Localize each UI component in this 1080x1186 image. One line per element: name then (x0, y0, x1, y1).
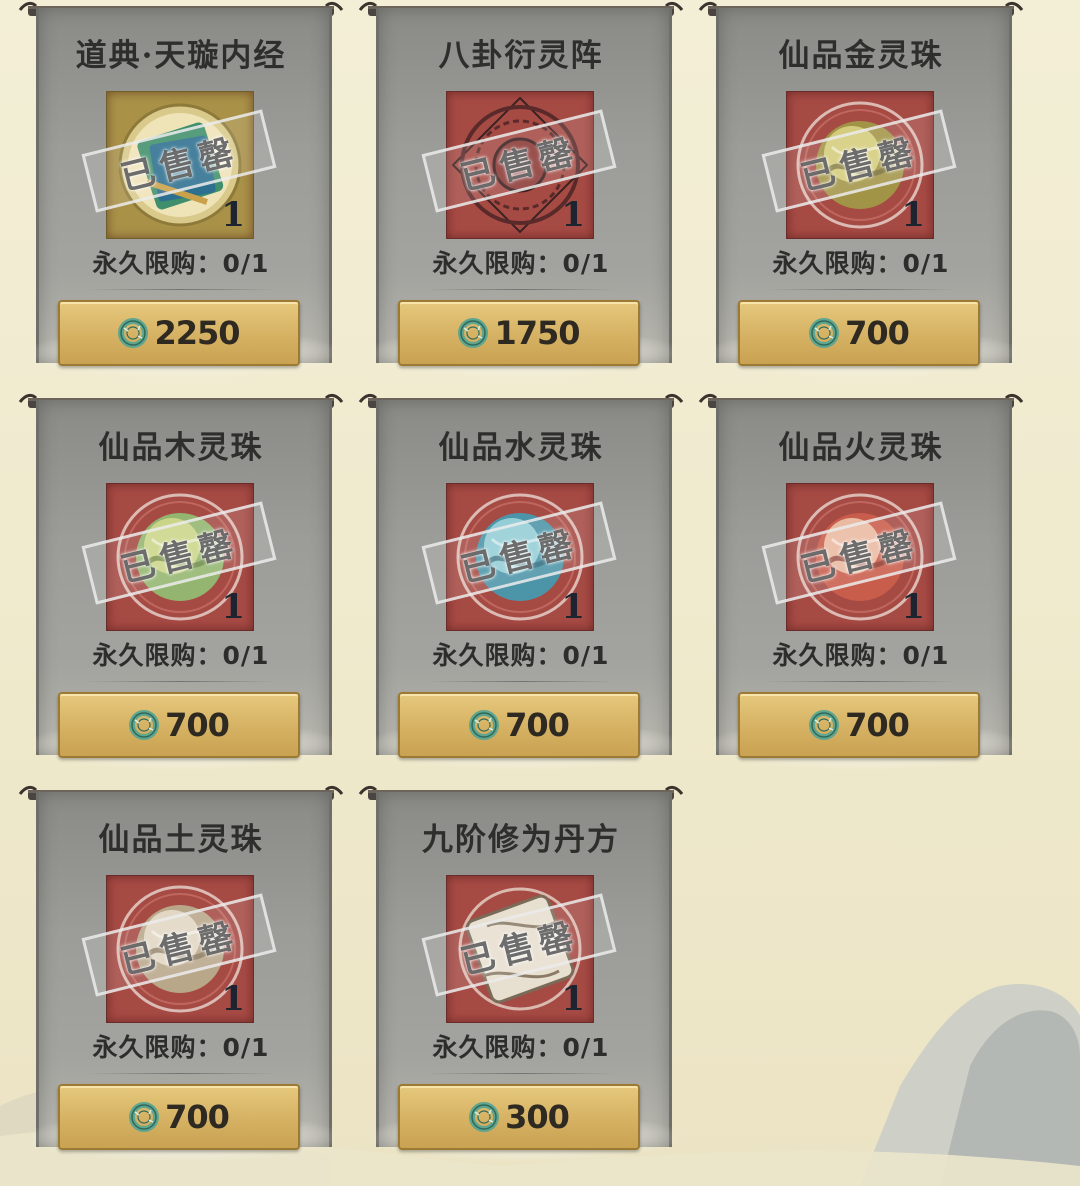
buy-button[interactable]: 700 (58, 692, 300, 758)
item-icon-slot[interactable]: 1 已售罄 (81, 91, 277, 239)
price-label: 2250 (154, 314, 240, 352)
purchase-limit: 永久限购：0/1 (92, 641, 270, 670)
divider (86, 1073, 276, 1074)
purchase-limit: 永久限购：0/1 (92, 1033, 270, 1062)
jade-ring-icon (469, 710, 500, 740)
price-label: 1750 (494, 314, 580, 352)
item-name: 道典·天璇内经 (75, 38, 287, 74)
price-label: 700 (505, 706, 570, 744)
item-quantity: 1 (561, 195, 585, 235)
buy-button[interactable]: 700 (738, 300, 980, 366)
item-quantity: 1 (901, 587, 925, 627)
shop-item-card[interactable]: 九阶修为丹方 1 已售罄 永久限购：0/1 300 (358, 784, 684, 1161)
jade-ring-icon (469, 1102, 500, 1132)
item-name: 仙品木灵珠 (98, 430, 264, 466)
divider (766, 289, 956, 290)
shop-item-card[interactable]: 仙品火灵珠 1 已售罄 永久限购：0/1 700 (698, 392, 1024, 769)
buy-button[interactable]: 300 (398, 1084, 640, 1150)
jade-ring-icon (809, 318, 840, 348)
item-icon-slot[interactable]: 1 已售罄 (761, 483, 957, 631)
item-name: 仙品金灵珠 (778, 38, 944, 74)
item-quantity: 1 (221, 195, 245, 235)
purchase-limit: 永久限购：0/1 (432, 249, 610, 278)
item-name: 仙品火灵珠 (778, 430, 944, 466)
shop-item-card[interactable]: 仙品水灵珠 1 已售罄 永久限购：0/1 700 (358, 392, 684, 769)
shop-item-card[interactable]: 仙品木灵珠 1 已售罄 永久限购：0/1 700 (18, 392, 344, 769)
jade-ring-icon (809, 710, 840, 740)
shop-item-card[interactable]: 仙品土灵珠 1 已售罄 永久限购：0/1 700 (18, 784, 344, 1161)
jade-ring-icon (118, 318, 149, 348)
buy-button[interactable]: 700 (398, 692, 640, 758)
price-label: 700 (845, 706, 910, 744)
item-quantity: 1 (221, 979, 245, 1019)
item-name: 九阶修为丹方 (422, 822, 620, 858)
purchase-limit: 永久限购：0/1 (432, 641, 610, 670)
purchase-limit: 永久限购：0/1 (772, 249, 950, 278)
item-icon-slot[interactable]: 1 已售罄 (81, 483, 277, 631)
item-icon-slot[interactable]: 1 已售罄 (761, 91, 957, 239)
item-icon-slot[interactable]: 1 已售罄 (421, 483, 617, 631)
price-label: 700 (165, 1098, 230, 1136)
item-icon-slot[interactable]: 1 已售罄 (81, 875, 277, 1023)
jade-ring-icon (458, 318, 489, 348)
item-quantity: 1 (901, 195, 925, 235)
divider (766, 681, 956, 682)
purchase-limit: 永久限购：0/1 (92, 249, 270, 278)
divider (426, 289, 616, 290)
shop-item-card[interactable]: 八卦衍灵阵 1 已售罄 永久限购：0/1 1750 (358, 0, 684, 377)
price-label: 700 (845, 314, 910, 352)
price-label: 300 (505, 1098, 570, 1136)
divider (86, 681, 276, 682)
item-name: 八卦衍灵阵 (438, 38, 604, 74)
item-quantity: 1 (561, 979, 585, 1019)
buy-button[interactable]: 1750 (398, 300, 640, 366)
shop-item-card[interactable]: 仙品金灵珠 1 已售罄 永久限购：0/1 700 (698, 0, 1024, 377)
jade-ring-icon (129, 1102, 160, 1132)
divider (426, 1073, 616, 1074)
buy-button[interactable]: 700 (738, 692, 980, 758)
item-icon-slot[interactable]: 1 已售罄 (421, 91, 617, 239)
item-icon-slot[interactable]: 1 已售罄 (421, 875, 617, 1023)
purchase-limit: 永久限购：0/1 (432, 1033, 610, 1062)
item-quantity: 1 (221, 587, 245, 627)
jade-ring-icon (129, 710, 160, 740)
purchase-limit: 永久限购：0/1 (772, 641, 950, 670)
shop-item-card[interactable]: 道典·天璇内经 1 已售罄 永久限购：0/1 2250 (18, 0, 344, 377)
item-name: 仙品水灵珠 (438, 430, 604, 466)
divider (86, 289, 276, 290)
divider (426, 681, 616, 682)
item-quantity: 1 (561, 587, 585, 627)
buy-button[interactable]: 700 (58, 1084, 300, 1150)
item-name: 仙品土灵珠 (98, 822, 264, 858)
buy-button[interactable]: 2250 (58, 300, 300, 366)
price-label: 700 (165, 706, 230, 744)
